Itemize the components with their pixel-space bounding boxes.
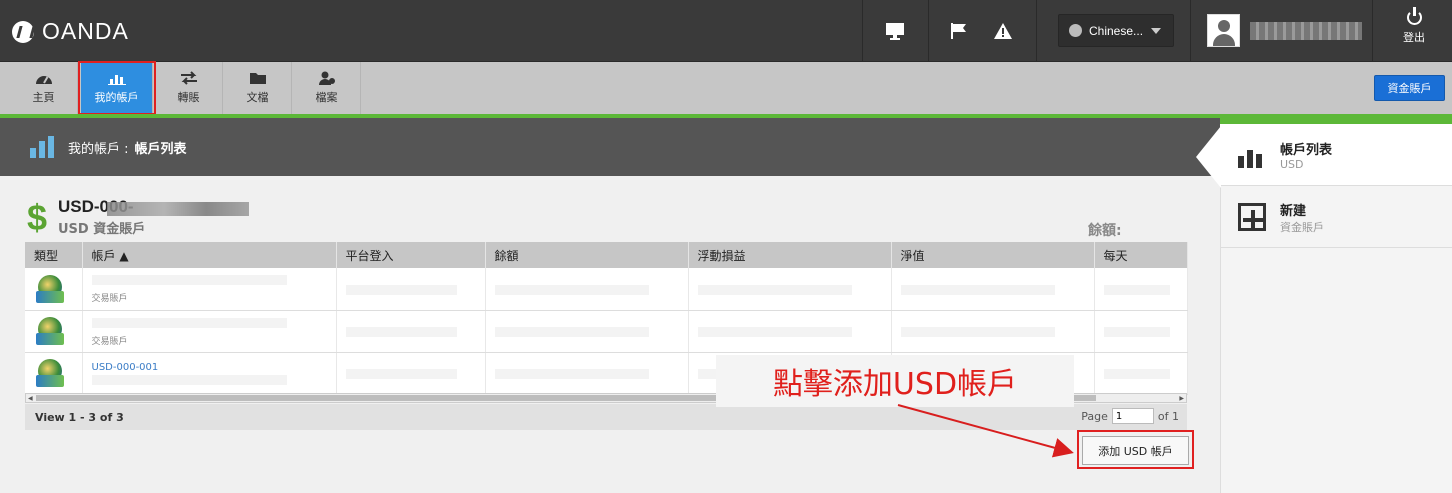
scroll-right-icon[interactable]: ▶	[1179, 395, 1184, 402]
cell-platform-login	[336, 352, 486, 395]
language-value: Chinese...	[1089, 23, 1144, 38]
transfer-icon	[180, 71, 198, 85]
cell-account: USD-000-001	[82, 352, 337, 395]
section-header: 我的帳戶 : 帳戶列表	[0, 118, 1220, 176]
globe-icon	[1069, 24, 1082, 37]
bar-chart-icon	[1238, 142, 1266, 168]
panel-item-subtitle: 資金賬戶	[1280, 220, 1324, 234]
breadcrumb-prefix: 我的帳戶 :	[68, 141, 129, 157]
page-title: 帳戶列表	[134, 141, 187, 157]
account-subtitle: USD 資金賬戶	[58, 222, 146, 237]
chevron-down-icon	[1151, 28, 1161, 34]
balance-label: 餘額:	[1088, 223, 1122, 239]
column-header-account[interactable]: 帳戶 ▲	[82, 242, 337, 268]
account-name: 交易賬戶	[91, 336, 128, 347]
bar-chart-icon	[30, 136, 54, 158]
panel-item-new[interactable]: 新建 資金賬戶	[1220, 187, 1452, 248]
panel-item-account-list[interactable]: 帳戶列表 USD	[1220, 124, 1452, 186]
user-name-redacted	[1250, 21, 1362, 40]
dollar-icon: $	[27, 197, 48, 238]
oanda-logo-icon	[12, 20, 34, 43]
divider	[928, 0, 929, 62]
nav-label: 檔案	[315, 91, 338, 104]
panel-item-subtitle: USD	[1280, 157, 1304, 171]
cell-daily	[1094, 268, 1188, 311]
nav-label: 轉賬	[177, 91, 200, 104]
mt4-icon	[34, 273, 66, 305]
nav-label: 主頁	[32, 91, 55, 104]
logout-button[interactable]: 登出	[1380, 7, 1448, 45]
cell-daily	[1094, 352, 1188, 395]
panel-item-title: 帳戶列表	[1280, 142, 1333, 158]
column-header-daily[interactable]: 每天	[1094, 242, 1188, 268]
cell-type	[25, 352, 83, 395]
nav-item-documents[interactable]: 文檔	[224, 62, 292, 114]
highlight-box	[78, 61, 156, 115]
cell-daily	[1094, 310, 1188, 353]
callout-annotation: 點擊添加USD帳戶	[716, 355, 1074, 407]
cell-type	[25, 268, 83, 311]
dashboard-icon	[35, 71, 53, 85]
main-nav: 主頁 我的帳戶 轉賬 文檔 檔案	[0, 62, 1452, 114]
nav-label: 文檔	[246, 91, 269, 104]
cell-balance	[485, 352, 689, 395]
cell-platform-login	[336, 268, 486, 311]
language-select[interactable]: Chinese...	[1058, 14, 1174, 47]
fund-account-button[interactable]: 資金賬戶	[1374, 75, 1445, 101]
table-header-row: 類型 帳戶 ▲ 平台登入 餘額 浮動損益 淨值 每天	[25, 242, 1188, 268]
nav-item-home[interactable]: 主頁	[10, 62, 78, 114]
column-header-balance[interactable]: 餘額	[485, 242, 689, 268]
page-controls: Page of 1	[1081, 408, 1179, 424]
warning-icon[interactable]	[992, 20, 1014, 42]
cell-balance	[485, 268, 689, 311]
column-header-type[interactable]: 類型	[25, 242, 83, 268]
divider	[1190, 0, 1191, 62]
scroll-left-icon[interactable]: ◀	[28, 395, 33, 402]
logout-label: 登出	[1403, 31, 1425, 44]
mt4-icon	[34, 315, 66, 347]
column-header-unrealized-pl[interactable]: 浮動損益	[688, 242, 892, 268]
add-icon	[1238, 203, 1266, 231]
table-row[interactable]: 交易賬戶	[25, 310, 1188, 353]
cell-unrealized-pl	[688, 268, 892, 311]
cell-nav	[891, 268, 1095, 311]
nav-item-transfer[interactable]: 轉賬	[155, 62, 223, 114]
brand-name: OANDA	[42, 18, 129, 44]
divider	[1036, 0, 1037, 62]
monitor-icon[interactable]	[884, 20, 906, 42]
cell-unrealized-pl	[688, 310, 892, 353]
account-link[interactable]: USD-000-001	[92, 362, 336, 373]
top-bar: OANDA Chinese... 登出	[0, 0, 1452, 62]
divider	[862, 0, 863, 62]
power-icon	[1406, 7, 1422, 25]
page-label: Page	[1081, 409, 1108, 423]
user-menu[interactable]	[1207, 14, 1362, 47]
account-number-redacted	[107, 202, 249, 216]
page-input[interactable]	[1111, 408, 1154, 424]
avatar	[1207, 14, 1240, 47]
table-row[interactable]: 交易賬戶	[25, 268, 1188, 311]
nav-item-profile[interactable]: 檔案	[293, 62, 361, 114]
column-header-platform-login[interactable]: 平台登入	[336, 242, 486, 268]
page-of-label: of 1	[1157, 409, 1179, 423]
cell-type	[25, 310, 83, 353]
active-pointer	[1196, 126, 1221, 188]
cell-nav	[891, 310, 1095, 353]
divider	[1372, 0, 1373, 62]
panel-item-title: 新建	[1280, 203, 1307, 219]
column-header-nav[interactable]: 淨值	[891, 242, 1095, 268]
pager: View 1 - 3 of 3 Page of 1	[25, 404, 1187, 430]
cell-account: 交易賬戶	[82, 310, 337, 353]
profile-icon	[318, 71, 336, 85]
flag-icon[interactable]	[948, 20, 970, 42]
mt4-icon	[34, 357, 66, 389]
folder-icon	[249, 71, 267, 85]
cell-platform-login	[336, 310, 486, 353]
cell-balance	[485, 310, 689, 353]
account-name: 交易賬戶	[91, 294, 128, 305]
cell-account: 交易賬戶	[82, 268, 337, 311]
oanda-logo[interactable]: OANDA	[12, 18, 129, 45]
add-usd-account-button[interactable]: 添加 USD 帳戶	[1082, 436, 1189, 465]
view-count: View 1 - 3 of 3	[35, 410, 124, 424]
